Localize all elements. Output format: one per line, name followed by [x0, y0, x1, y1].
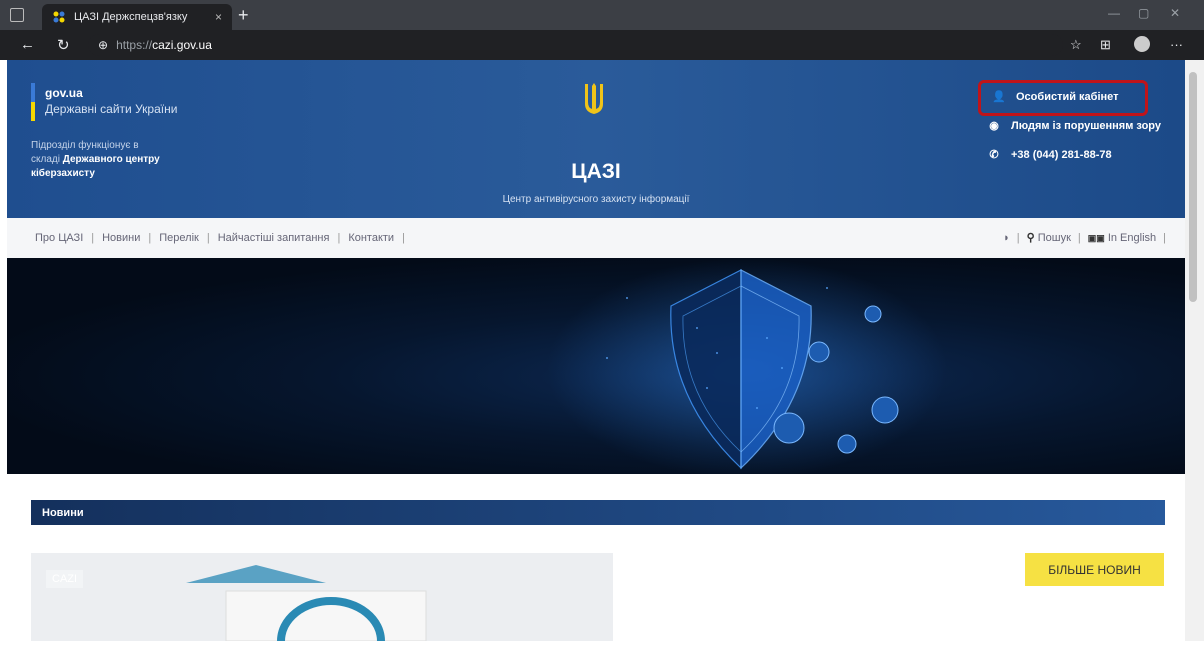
- menu-item-about[interactable]: Про ЦАЗІ: [35, 232, 83, 244]
- gov-flag-icon: [31, 83, 35, 121]
- site-tagline: Центр антивірусного захисту інформації: [502, 194, 690, 205]
- tab-close-icon[interactable]: ×: [215, 10, 222, 24]
- url-scheme: https://: [116, 38, 153, 52]
- menu-left: Про ЦАЗІ | Новини | Перелік | Найчастіші запит…: [35, 232, 405, 244]
- menu-right: ◗ | ⚲ Пошук | ▣▣ In English |: [1003, 232, 1166, 244]
- menu-item-list[interactable]: Перелік: [159, 232, 199, 244]
- english-link[interactable]: In English: [1108, 232, 1156, 244]
- accessibility-link[interactable]: ◉ Людям із порушенням зору: [985, 119, 1161, 133]
- menu-item-contacts[interactable]: Контакти: [348, 232, 394, 244]
- close-window-icon[interactable]: ✕: [1170, 6, 1180, 20]
- menu-item-news[interactable]: Новини: [102, 232, 140, 244]
- globe-icon: ⊕: [98, 38, 109, 52]
- news-section-header: Новини: [31, 500, 1165, 525]
- more-news-button[interactable]: БІЛЬШЕ НОВИН: [1025, 553, 1164, 586]
- phone-icon: ✆: [989, 149, 999, 161]
- search-icon[interactable]: ⚲: [1027, 232, 1035, 244]
- browser-tab-bar: ЦАЗІ Держспецзв'язку × + — ▢ ✕: [0, 0, 1204, 30]
- site-header: gov.ua Державні сайти України Підрозділ …: [7, 60, 1185, 218]
- language-icon: ▣▣: [1087, 233, 1105, 243]
- news-envelope-illustration: [186, 565, 427, 642]
- window-menu-icon[interactable]: [10, 8, 24, 22]
- new-tab-button[interactable]: +: [238, 5, 249, 26]
- news-image-watermark: CAZI: [46, 570, 84, 588]
- scrollbar-thumb[interactable]: [1189, 72, 1197, 302]
- minimize-icon[interactable]: —: [1108, 6, 1120, 20]
- refresh-icon[interactable]: ↻: [57, 36, 70, 54]
- address-bar[interactable]: ⊕ https://cazi.gov.ua: [88, 34, 1063, 56]
- browser-tab[interactable]: ЦАЗІ Держспецзв'язку ×: [42, 4, 232, 30]
- profile-avatar[interactable]: [1134, 36, 1150, 52]
- favorites-star-icon[interactable]: ☆: [1070, 37, 1082, 53]
- subdivision-line1: Підрозділ функціонує в: [31, 140, 139, 151]
- gov-sites-label[interactable]: Державні сайти України: [45, 102, 177, 116]
- menu-item-faq[interactable]: Найчастіші запитання: [218, 232, 330, 244]
- phone-link[interactable]: ✆ +38 (044) 281-88-78: [985, 148, 1112, 162]
- collections-icon[interactable]: ⊞: [1100, 37, 1111, 53]
- back-icon[interactable]: ←: [20, 36, 35, 53]
- page-scrollbar[interactable]: [1185, 60, 1204, 641]
- hero-banner: [7, 258, 1185, 478]
- search-link[interactable]: Пошук: [1038, 232, 1071, 244]
- news-item-image[interactable]: [31, 553, 613, 642]
- eye-icon: ◉: [989, 120, 999, 132]
- tab-title: ЦАЗІ Держспецзв'язку: [74, 11, 188, 23]
- accessibility-label: Людям із порушенням зору: [1011, 119, 1161, 132]
- main-navigation: Про ЦАЗІ | Новини | Перелік | Найчастіші запит…: [7, 218, 1185, 258]
- rss-icon[interactable]: ◗: [1003, 232, 1010, 244]
- url-domain: cazi.gov.ua: [152, 38, 212, 52]
- settings-more-icon[interactable]: ···: [1170, 37, 1183, 52]
- site-logo-text[interactable]: ЦАЗІ: [7, 160, 1185, 184]
- phone-number: +38 (044) 281-88-78: [1011, 148, 1112, 161]
- shield-virus-illustration: [547, 258, 947, 478]
- site-favicon-icon: [52, 10, 66, 24]
- cabinet-highlight-frame: [978, 80, 1148, 116]
- trident-emblem-icon: [585, 83, 603, 114]
- gov-ua-link[interactable]: gov.ua: [45, 86, 83, 100]
- browser-toolbar: ← ↻ ⊕ https://cazi.gov.ua ☆ ⊞ ···: [0, 30, 1204, 60]
- maximize-icon[interactable]: ▢: [1138, 6, 1149, 20]
